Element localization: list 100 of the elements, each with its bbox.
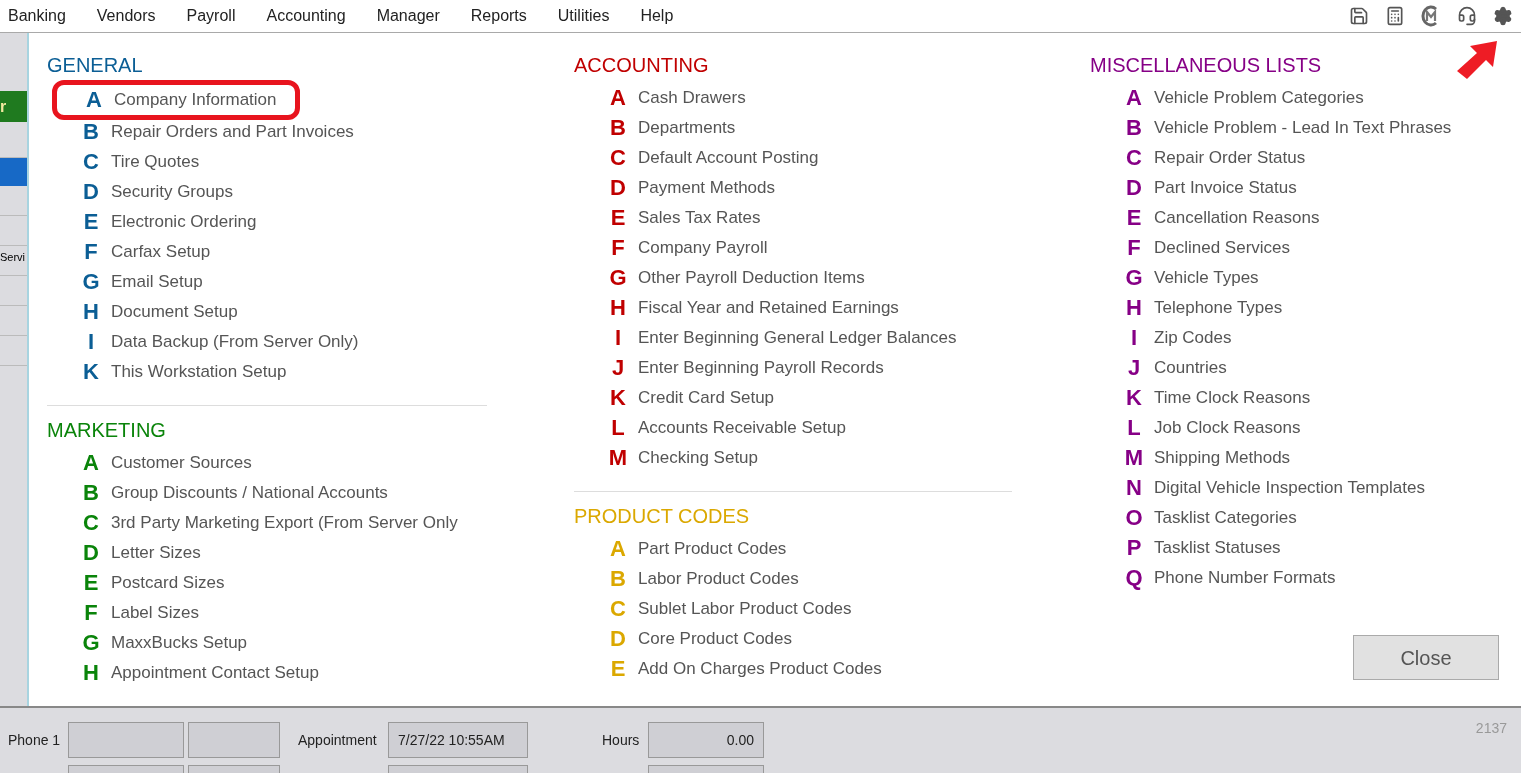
item-letter: M — [1123, 447, 1145, 469]
item-letter: A — [82, 452, 100, 474]
headset-icon[interactable] — [1457, 6, 1477, 26]
item-label: Vehicle Problem Categories — [1154, 87, 1364, 110]
menu-item[interactable]: A Customer Sources — [80, 448, 487, 478]
menu-item[interactable]: C Sublet Labor Product Codes — [607, 594, 1012, 624]
item-letter: E — [82, 572, 100, 594]
item-letter: G — [81, 632, 101, 654]
menu-item[interactable]: C 3rd Party Marketing Export (From Server Only — [80, 508, 487, 538]
menu-item[interactable]: J Enter Beginning Payroll Records — [607, 353, 1012, 383]
item-label: Other Payroll Deduction Items — [638, 267, 865, 290]
menu-item[interactable]: D Letter Sizes — [80, 538, 487, 568]
menu-item[interactable]: H Fiscal Year and Retained Earnings — [607, 293, 1012, 323]
menu-bar-item[interactable]: Payroll — [186, 4, 236, 28]
menu-item[interactable]: B Group Discounts / National Accounts — [80, 478, 487, 508]
field-label: Hours — [602, 730, 641, 750]
item-label: Accounts Receivable Setup — [638, 417, 846, 440]
hours-field[interactable]: 0.00 — [648, 722, 764, 758]
menu-item[interactable]: G Vehicle Types — [1123, 263, 1510, 293]
menu-item[interactable]: H Telephone Types — [1123, 293, 1510, 323]
appointment-field[interactable]: 7/27/22 10:55AM — [388, 722, 528, 758]
action-button[interactable]: r — [0, 91, 27, 122]
item-letter: A — [1125, 87, 1143, 109]
menu-item[interactable]: P Tasklist Statuses — [1123, 533, 1510, 563]
menu-item[interactable]: M Shipping Methods — [1123, 443, 1510, 473]
item-letter: B — [82, 482, 100, 504]
item-letter: C — [1125, 147, 1143, 169]
menu-bar-item[interactable]: Banking — [8, 4, 66, 28]
menu-item[interactable]: G MaxxBucks Setup — [80, 628, 487, 658]
menu-item[interactable]: I Data Backup (From Server Only) — [80, 327, 487, 357]
menu-item[interactable]: E Electronic Ordering — [80, 207, 487, 237]
menu-item[interactable]: I Zip Codes — [1123, 323, 1510, 353]
menu-item[interactable]: D Part Invoice Status — [1123, 173, 1510, 203]
selected-row[interactable] — [0, 158, 27, 186]
item-label: Labor Product Codes — [638, 568, 799, 591]
menu-item[interactable]: H Document Setup — [80, 297, 487, 327]
menu-item[interactable]: K Time Clock Reasons — [1123, 383, 1510, 413]
menu-item[interactable]: G Email Setup — [80, 267, 487, 297]
field-label: Phone 1 — [8, 730, 62, 750]
menu-item[interactable]: L Job Clock Reasons — [1123, 413, 1510, 443]
menu-item[interactable]: G Other Payroll Deduction Items — [607, 263, 1012, 293]
item-label: Tasklist Categories — [1154, 507, 1297, 530]
settings-icon[interactable] — [1493, 6, 1513, 26]
menu-item[interactable]: E Add On Charges Product Codes — [607, 654, 1012, 684]
menu-item[interactable]: A Cash Drawers — [607, 83, 1012, 113]
menu-item[interactable]: C Repair Order Status — [1123, 143, 1510, 173]
menu-item[interactable]: F Label Sizes — [80, 598, 487, 628]
menu-item[interactable]: D Security Groups — [80, 177, 487, 207]
item-letter: H — [609, 297, 627, 319]
menu-item[interactable]: E Postcard Sizes — [80, 568, 487, 598]
menu-item[interactable]: F Carfax Setup — [80, 237, 487, 267]
menu-item[interactable]: E Cancellation Reasons — [1123, 203, 1510, 233]
menu-bar-item[interactable]: Utilities — [557, 4, 610, 28]
calculator-icon[interactable] — [1385, 6, 1405, 26]
save-icon[interactable] — [1349, 6, 1369, 26]
item-label: Label Sizes — [111, 602, 199, 625]
item-letter: D — [82, 542, 100, 564]
item-label: Repair Order Status — [1154, 147, 1306, 170]
menu-item[interactable]: Q Phone Number Formats — [1123, 563, 1510, 593]
menu-item[interactable]: C Tire Quotes — [80, 147, 487, 177]
item-letter: P — [1125, 537, 1143, 559]
item-letter: C — [82, 151, 100, 173]
menu-bar-item[interactable]: Accounting — [266, 4, 346, 28]
menu-item[interactable]: B Labor Product Codes — [607, 564, 1012, 594]
menu-item[interactable]: A Company Information — [83, 85, 277, 115]
item-label: Part Product Codes — [638, 538, 787, 561]
menu-item[interactable]: L Accounts Receivable Setup — [607, 413, 1012, 443]
menu-item[interactable]: J Countries — [1123, 353, 1510, 383]
item-label: Time Clock Reasons — [1154, 387, 1311, 410]
menu-item[interactable]: M Checking Setup — [607, 443, 1012, 473]
menu-bar-item[interactable]: Manager — [376, 4, 440, 28]
item-label: Vehicle Problem - Lead In Text Phrases — [1154, 117, 1452, 140]
item-label: MaxxBucks Setup — [111, 632, 248, 655]
menu-item[interactable]: O Tasklist Categories — [1123, 503, 1510, 533]
item-label: Customer Sources — [111, 452, 252, 475]
close-button[interactable]: Close — [1353, 635, 1499, 680]
menu-item[interactable]: D Payment Methods — [607, 173, 1012, 203]
menu-item[interactable]: A Part Product Codes — [607, 534, 1012, 564]
menu-item[interactable]: H Appointment Contact Setup — [80, 658, 487, 688]
section-title: MISCELLANEOUS LISTS — [1090, 53, 1322, 77]
menu-item[interactable]: B Repair Orders and Part Invoices — [80, 117, 487, 147]
menu-item[interactable]: C Default Account Posting — [607, 143, 1012, 173]
menu-item[interactable]: D Core Product Codes — [607, 624, 1012, 654]
item-letter: C — [82, 512, 100, 534]
menu-item[interactable]: K Credit Card Setup — [607, 383, 1012, 413]
menu-item[interactable]: F Declined Services — [1123, 233, 1510, 263]
item-letter: A — [85, 89, 103, 111]
menu-item[interactable]: B Vehicle Problem - Lead In Text Phrases — [1123, 113, 1510, 143]
menu-bar-item[interactable]: Reports — [470, 4, 527, 28]
phone-field[interactable] — [68, 722, 184, 758]
menu-item[interactable]: N Digital Vehicle Inspection Templates — [1123, 473, 1510, 503]
menu-item[interactable]: I Enter Beginning General Ledger Balances — [607, 323, 1012, 353]
menu-bar-item[interactable]: Help — [640, 4, 674, 28]
menu-item[interactable]: K This Workstation Setup — [80, 357, 487, 387]
menu-item[interactable]: E Sales Tax Rates — [607, 203, 1012, 233]
menu-item[interactable]: B Departments — [607, 113, 1012, 143]
menu-item[interactable]: A Vehicle Problem Categories — [1123, 83, 1510, 113]
menu-bar-item[interactable]: Vendors — [96, 4, 156, 28]
menu-item[interactable]: F Company Payroll — [607, 233, 1012, 263]
phone-extension-field[interactable] — [188, 722, 280, 758]
